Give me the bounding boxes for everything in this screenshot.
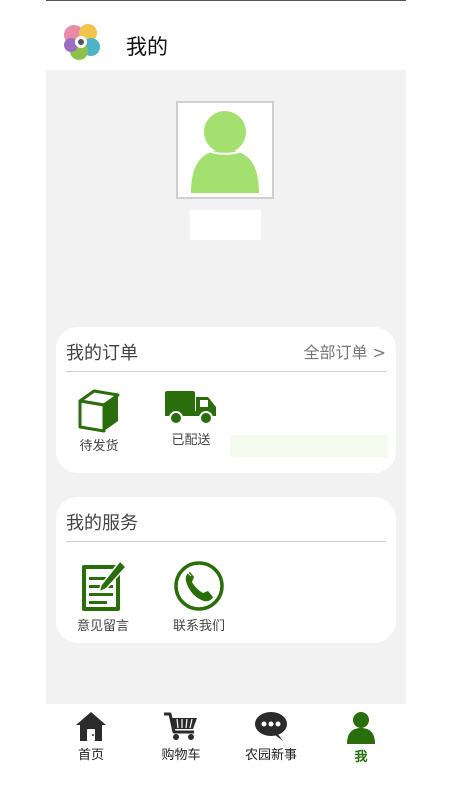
all-orders-link[interactable]: 全部订单 > — [304, 339, 387, 363]
profile-content: 我的订单 全部订单 > 待发货 已配送 我的服务 意见留言 联系我们 — [46, 70, 406, 704]
divider — [66, 371, 386, 372]
my-orders-card: 我的订单 全部订单 > 待发货 已配送 — [56, 327, 396, 473]
bottom-tab-bar: 首页 购物车 农园新事 我 — [46, 704, 406, 770]
decorative-strip — [230, 435, 388, 457]
divider — [66, 541, 386, 542]
page-title: 我的 — [126, 35, 168, 59]
delivered-button[interactable]: 已配送 — [156, 387, 226, 448]
tab-farm-news-label: 农园新事 — [244, 748, 297, 763]
truck-icon — [165, 391, 216, 425]
note-edit-icon — [82, 559, 128, 611]
pending-shipment-button[interactable]: 待发货 — [64, 387, 134, 454]
tab-home[interactable]: 首页 — [46, 704, 136, 770]
cart-icon — [164, 712, 197, 740]
user-avatar-icon — [191, 111, 259, 193]
tab-me[interactable]: 我 — [316, 704, 406, 770]
contact-us-button[interactable]: 联系我们 — [164, 559, 234, 634]
user-icon — [347, 712, 375, 744]
tab-cart[interactable]: 购物车 — [136, 704, 226, 770]
feedback-label: 意见留言 — [76, 619, 129, 634]
chat-bubble-icon — [255, 712, 287, 741]
my-orders-title: 我的订单 — [66, 343, 138, 364]
contact-us-label: 联系我们 — [172, 619, 225, 634]
tab-me-label: 我 — [354, 750, 368, 765]
avatar[interactable] — [176, 101, 274, 199]
phone-icon — [174, 561, 224, 611]
tab-home-label: 首页 — [77, 748, 104, 763]
username-placeholder — [190, 210, 261, 240]
my-services-title: 我的服务 — [66, 513, 138, 534]
my-services-card: 我的服务 意见留言 联系我们 — [56, 497, 396, 643]
delivered-label: 已配送 — [171, 433, 211, 448]
app-screen: 我的 我的订单 全部订单 > 待发货 已配送 我的服务 意见留言 联系我们 首页… — [46, 0, 406, 800]
tab-cart-label: 购物车 — [161, 748, 201, 763]
box-icon — [78, 389, 120, 433]
app-logo-icon — [64, 24, 100, 60]
home-icon — [76, 712, 106, 741]
tab-farm-news[interactable]: 农园新事 — [226, 704, 316, 770]
pending-shipment-label: 待发货 — [79, 439, 119, 454]
header: 我的 — [46, 1, 406, 70]
feedback-button[interactable]: 意见留言 — [68, 559, 138, 634]
